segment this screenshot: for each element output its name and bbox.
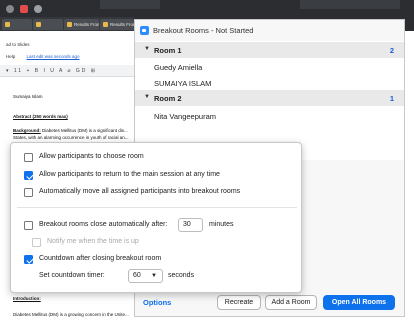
minutes-unit-label: minutes	[209, 221, 234, 228]
doc-menu-bar: Help Last edit was seconds ago	[0, 54, 134, 64]
auto-move-checkbox[interactable]	[24, 188, 33, 197]
last-edit-link[interactable]: Last edit was seconds ago	[27, 54, 80, 59]
divider	[17, 207, 297, 208]
allow-choose-checkbox[interactable]	[24, 153, 33, 162]
option-label: Notify me when the time is up	[47, 238, 139, 245]
room-header[interactable]: ▼ Room 1 2	[135, 42, 404, 58]
room-count: 1	[389, 94, 394, 103]
close-minutes-input[interactable]: 30	[178, 218, 203, 232]
browser-tab[interactable]: Results From a T...	[100, 19, 134, 30]
auto-close-checkbox[interactable]	[24, 221, 33, 230]
menu-help[interactable]: Help	[6, 54, 15, 59]
browser-tab[interactable]: Results From a T...	[64, 19, 99, 30]
background-label: Background:	[13, 128, 41, 133]
open-all-rooms-button[interactable]: Open All Rooms	[323, 295, 395, 310]
option-label: Allow participants to choose room	[39, 153, 144, 160]
window-titlebar[interactable]: Breakout Rooms - Not Started	[135, 20, 404, 41]
countdown-timer-label: Set countdown timer:	[39, 272, 105, 279]
background-paragraph: Background: Diabetes Mellitus (DM) is a …	[13, 127, 131, 141]
participant-item[interactable]: Guedy Amiella	[154, 63, 202, 72]
window-control-icon[interactable]	[6, 5, 14, 13]
gear-icon[interactable]	[34, 5, 42, 13]
countdown-timer-row: Set countdown timer:	[39, 272, 105, 282]
tab-bar: Results From a T... Results From a T...	[0, 17, 134, 31]
browser-top-tab[interactable]	[100, 0, 160, 9]
browser-top-tab[interactable]	[300, 0, 400, 9]
participant-item[interactable]: SUMAIYA ISLAM	[154, 79, 211, 88]
option-label: Automatically move all assigned particip…	[39, 188, 241, 195]
room-name: Room 2	[154, 94, 182, 103]
doc-toolbar[interactable]: ▾ 11 + B I U A ⌀ GD ⊞	[0, 65, 134, 77]
countdown-seconds-select[interactable]: 60 ▼	[128, 269, 163, 283]
caret-down-icon[interactable]: ▼	[144, 94, 150, 100]
room-count: 2	[389, 46, 394, 55]
options-button[interactable]: Options	[143, 298, 171, 307]
minutes-unit: minutes	[209, 221, 234, 231]
countdown-seconds-value: 60	[133, 272, 141, 279]
browser-tab[interactable]	[2, 19, 32, 30]
seconds-unit-label: seconds	[168, 272, 195, 279]
options-popover: Allow participants to choose room Allow …	[10, 142, 302, 293]
doc-link[interactable]: ad to Slides	[6, 42, 30, 47]
add-room-button[interactable]: Add a Room	[265, 295, 317, 310]
doc-author: Sumaiya Islam	[13, 94, 43, 99]
abstract-heading: Abstract (250 words max)	[13, 114, 68, 119]
room-header[interactable]: ▼ Room 2 1	[135, 90, 404, 106]
notify-checkbox[interactable]	[32, 238, 41, 247]
option-label: Allow participants to return to the main…	[39, 171, 220, 178]
option-label: Breakout rooms close automatically after…	[39, 221, 168, 228]
room-name: Room 1	[154, 46, 182, 55]
countdown-checkbox[interactable]	[24, 255, 33, 264]
intro-text: Diabetes Mellitus (DM) is a growing conc…	[13, 312, 129, 317]
intro-heading: Introduction:	[13, 296, 41, 301]
browser-tab[interactable]	[33, 19, 63, 30]
window-title: Breakout Rooms - Not Started	[153, 26, 254, 35]
shield-icon[interactable]	[20, 5, 28, 13]
chevron-down-icon: ▼	[151, 273, 157, 279]
participant-item[interactable]: Nita Vangeepuram	[154, 112, 216, 121]
caret-down-icon[interactable]: ▼	[144, 46, 150, 52]
recreate-button[interactable]: Recreate	[217, 295, 261, 310]
option-label: Countdown after closing breakout room	[39, 255, 162, 262]
zoom-icon	[140, 26, 149, 35]
seconds-unit: seconds	[168, 272, 194, 282]
allow-return-checkbox[interactable]	[24, 171, 33, 180]
